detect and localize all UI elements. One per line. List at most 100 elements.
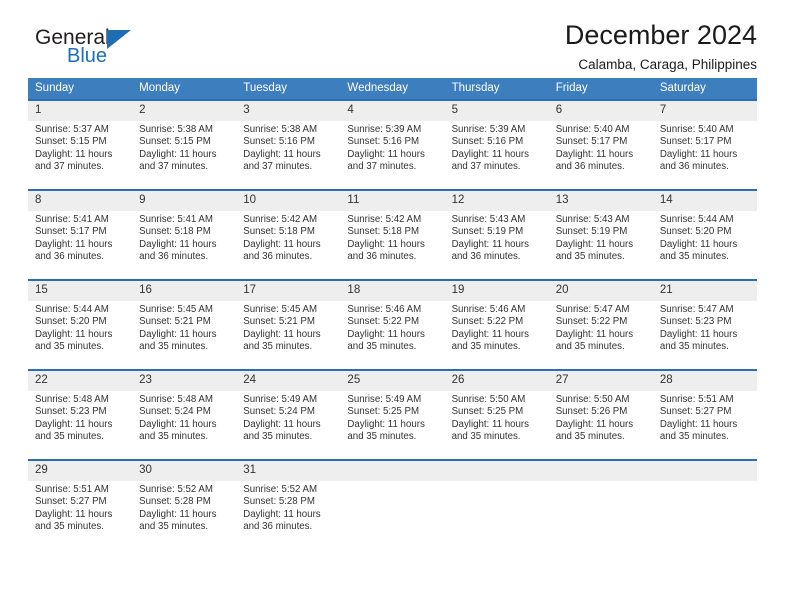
general-blue-logo[interactable]: General Blue	[35, 26, 165, 72]
day-number	[652, 461, 757, 481]
day-cell[interactable]: 25 Sunrise: 5:49 AM Sunset: 5:25 PM Dayl…	[340, 369, 445, 460]
week-row: 29 Sunrise: 5:51 AM Sunset: 5:27 PM Dayl…	[28, 459, 757, 550]
day-details: Sunrise: 5:40 AM Sunset: 5:17 PM Dayligh…	[653, 121, 757, 173]
day-cell[interactable]: 14 Sunrise: 5:44 AM Sunset: 5:20 PM Dayl…	[652, 189, 757, 280]
day-cell[interactable]: 4 Sunrise: 5:39 AM Sunset: 5:16 PM Dayli…	[340, 99, 445, 190]
daylight-text: Daylight: 11 hours and 37 minutes.	[451, 148, 529, 172]
day-cell[interactable]: 16 Sunrise: 5:45 AM Sunset: 5:21 PM Dayl…	[132, 279, 237, 370]
sunset-text: Sunset: 5:23 PM	[35, 406, 107, 418]
sunrise-text: Sunrise: 5:46 AM	[451, 304, 526, 315]
day-cell[interactable]: 2 Sunrise: 5:38 AM Sunset: 5:15 PM Dayli…	[132, 99, 237, 190]
column-header-thursday: Thursday	[444, 78, 549, 100]
day-cell[interactable]: 31 Sunrise: 5:52 AM Sunset: 5:28 PM Dayl…	[236, 459, 341, 550]
day-number: 1	[28, 101, 133, 121]
day-details: Sunrise: 5:50 AM Sunset: 5:25 PM Dayligh…	[445, 391, 549, 443]
column-header-wednesday: Wednesday	[340, 78, 445, 100]
day-cell-empty	[652, 459, 757, 550]
sunset-text: Sunset: 5:18 PM	[347, 226, 420, 238]
day-cell[interactable]: 1 Sunrise: 5:37 AM Sunset: 5:15 PM Dayli…	[28, 99, 133, 190]
sunrise-text: Sunrise: 5:43 AM	[451, 214, 526, 225]
daylight-text: Daylight: 11 hours and 35 minutes.	[35, 328, 113, 352]
day-cell[interactable]: 24 Sunrise: 5:49 AM Sunset: 5:24 PM Dayl…	[236, 369, 341, 460]
day-cell[interactable]: 6 Sunrise: 5:40 AM Sunset: 5:17 PM Dayli…	[548, 99, 653, 190]
day-cell[interactable]: 7 Sunrise: 5:40 AM Sunset: 5:17 PM Dayli…	[652, 99, 757, 190]
day-cell[interactable]: 13 Sunrise: 5:43 AM Sunset: 5:19 PM Dayl…	[548, 189, 653, 280]
day-cell[interactable]: 8 Sunrise: 5:41 AM Sunset: 5:17 PM Dayli…	[28, 189, 133, 280]
sunset-text: Sunset: 5:19 PM	[555, 226, 628, 238]
day-number: 24	[236, 371, 341, 391]
daylight-text: Daylight: 11 hours and 35 minutes.	[347, 418, 425, 442]
daylight-text: Daylight: 11 hours and 35 minutes.	[139, 508, 217, 532]
day-number: 17	[236, 281, 341, 301]
sunset-text: Sunset: 5:25 PM	[347, 406, 420, 418]
day-cell[interactable]: 15 Sunrise: 5:44 AM Sunset: 5:20 PM Dayl…	[28, 279, 133, 370]
day-cell[interactable]: 28 Sunrise: 5:51 AM Sunset: 5:27 PM Dayl…	[652, 369, 757, 460]
day-details: Sunrise: 5:37 AM Sunset: 5:15 PM Dayligh…	[28, 121, 132, 173]
day-cell[interactable]: 17 Sunrise: 5:45 AM Sunset: 5:21 PM Dayl…	[236, 279, 341, 370]
day-cell[interactable]: 23 Sunrise: 5:48 AM Sunset: 5:24 PM Dayl…	[132, 369, 237, 460]
day-cell[interactable]: 19 Sunrise: 5:46 AM Sunset: 5:22 PM Dayl…	[444, 279, 549, 370]
column-header-friday: Friday	[548, 78, 653, 100]
daylight-text: Daylight: 11 hours and 35 minutes.	[555, 328, 634, 352]
day-details: Sunrise: 5:41 AM Sunset: 5:18 PM Dayligh…	[132, 211, 236, 263]
day-cell[interactable]: 21 Sunrise: 5:47 AM Sunset: 5:23 PM Dayl…	[652, 279, 757, 370]
day-cell[interactable]: 26 Sunrise: 5:50 AM Sunset: 5:25 PM Dayl…	[444, 369, 549, 460]
location-subtitle: Calamba, Caraga, Philippines	[578, 57, 757, 72]
daylight-text: Daylight: 11 hours and 35 minutes.	[347, 328, 425, 352]
daylight-text: Daylight: 11 hours and 36 minutes.	[555, 148, 634, 172]
day-details: Sunrise: 5:49 AM Sunset: 5:25 PM Dayligh…	[340, 391, 444, 443]
daylight-text: Daylight: 11 hours and 35 minutes.	[139, 418, 217, 442]
sunrise-text: Sunrise: 5:42 AM	[243, 214, 318, 225]
sunset-text: Sunset: 5:17 PM	[555, 136, 628, 148]
day-number: 26	[444, 371, 549, 391]
day-details: Sunrise: 5:52 AM Sunset: 5:28 PM Dayligh…	[132, 481, 236, 533]
day-details: Sunrise: 5:44 AM Sunset: 5:20 PM Dayligh…	[653, 211, 757, 263]
day-cell[interactable]: 9 Sunrise: 5:41 AM Sunset: 5:18 PM Dayli…	[132, 189, 237, 280]
day-cell[interactable]: 11 Sunrise: 5:42 AM Sunset: 5:18 PM Dayl…	[340, 189, 445, 280]
sunrise-text: Sunrise: 5:48 AM	[139, 394, 213, 405]
sunrise-text: Sunrise: 5:38 AM	[243, 124, 318, 135]
sunset-text: Sunset: 5:20 PM	[35, 316, 107, 328]
day-details: Sunrise: 5:42 AM Sunset: 5:18 PM Dayligh…	[340, 211, 444, 263]
day-cell[interactable]: 5 Sunrise: 5:39 AM Sunset: 5:16 PM Dayli…	[444, 99, 549, 190]
calendar-body: 1 Sunrise: 5:37 AM Sunset: 5:15 PM Dayli…	[28, 99, 757, 550]
day-number: 23	[132, 371, 237, 391]
sunrise-text: Sunrise: 5:39 AM	[347, 124, 422, 135]
daylight-text: Daylight: 11 hours and 35 minutes.	[35, 418, 113, 442]
sunrise-text: Sunrise: 5:50 AM	[451, 394, 526, 405]
daylight-text: Daylight: 11 hours and 35 minutes.	[555, 418, 634, 442]
sunrise-text: Sunrise: 5:49 AM	[243, 394, 318, 405]
day-number: 25	[340, 371, 445, 391]
sunset-text: Sunset: 5:24 PM	[139, 406, 211, 418]
logo-text-blue: Blue	[67, 45, 108, 67]
sunset-text: Sunset: 5:17 PM	[659, 136, 732, 148]
day-number: 28	[652, 371, 757, 391]
day-cell[interactable]: 29 Sunrise: 5:51 AM Sunset: 5:27 PM Dayl…	[28, 459, 133, 550]
day-cell[interactable]: 3 Sunrise: 5:38 AM Sunset: 5:16 PM Dayli…	[236, 99, 341, 190]
sunset-text: Sunset: 5:23 PM	[659, 316, 732, 328]
week-row: 8 Sunrise: 5:41 AM Sunset: 5:17 PM Dayli…	[28, 189, 757, 280]
day-cell[interactable]: 30 Sunrise: 5:52 AM Sunset: 5:28 PM Dayl…	[132, 459, 237, 550]
day-details: Sunrise: 5:39 AM Sunset: 5:16 PM Dayligh…	[445, 121, 549, 173]
sunrise-text: Sunrise: 5:44 AM	[659, 214, 734, 225]
daylight-text: Daylight: 11 hours and 37 minutes.	[139, 148, 217, 172]
day-cell[interactable]: 27 Sunrise: 5:50 AM Sunset: 5:26 PM Dayl…	[548, 369, 653, 460]
daylight-text: Daylight: 11 hours and 35 minutes.	[659, 328, 738, 352]
sunrise-text: Sunrise: 5:40 AM	[555, 124, 630, 135]
sunrise-text: Sunrise: 5:51 AM	[35, 484, 109, 495]
daylight-text: Daylight: 11 hours and 36 minutes.	[243, 508, 321, 532]
day-number: 19	[444, 281, 549, 301]
sunrise-text: Sunrise: 5:46 AM	[347, 304, 422, 315]
day-cell[interactable]: 20 Sunrise: 5:47 AM Sunset: 5:22 PM Dayl…	[548, 279, 653, 370]
day-details: Sunrise: 5:47 AM Sunset: 5:23 PM Dayligh…	[653, 301, 757, 353]
day-details: Sunrise: 5:48 AM Sunset: 5:23 PM Dayligh…	[28, 391, 132, 443]
day-cell[interactable]: 18 Sunrise: 5:46 AM Sunset: 5:22 PM Dayl…	[340, 279, 445, 370]
day-cell-empty	[340, 459, 445, 550]
day-cell[interactable]: 22 Sunrise: 5:48 AM Sunset: 5:23 PM Dayl…	[28, 369, 133, 460]
daylight-text: Daylight: 11 hours and 36 minutes.	[139, 238, 217, 262]
day-cell[interactable]: 10 Sunrise: 5:42 AM Sunset: 5:18 PM Dayl…	[236, 189, 341, 280]
day-number: 31	[236, 461, 341, 481]
day-details: Sunrise: 5:38 AM Sunset: 5:15 PM Dayligh…	[132, 121, 236, 173]
calendar-page: General Blue December 2024 Calamba, Cara…	[0, 0, 792, 612]
day-cell[interactable]: 12 Sunrise: 5:43 AM Sunset: 5:19 PM Dayl…	[444, 189, 549, 280]
